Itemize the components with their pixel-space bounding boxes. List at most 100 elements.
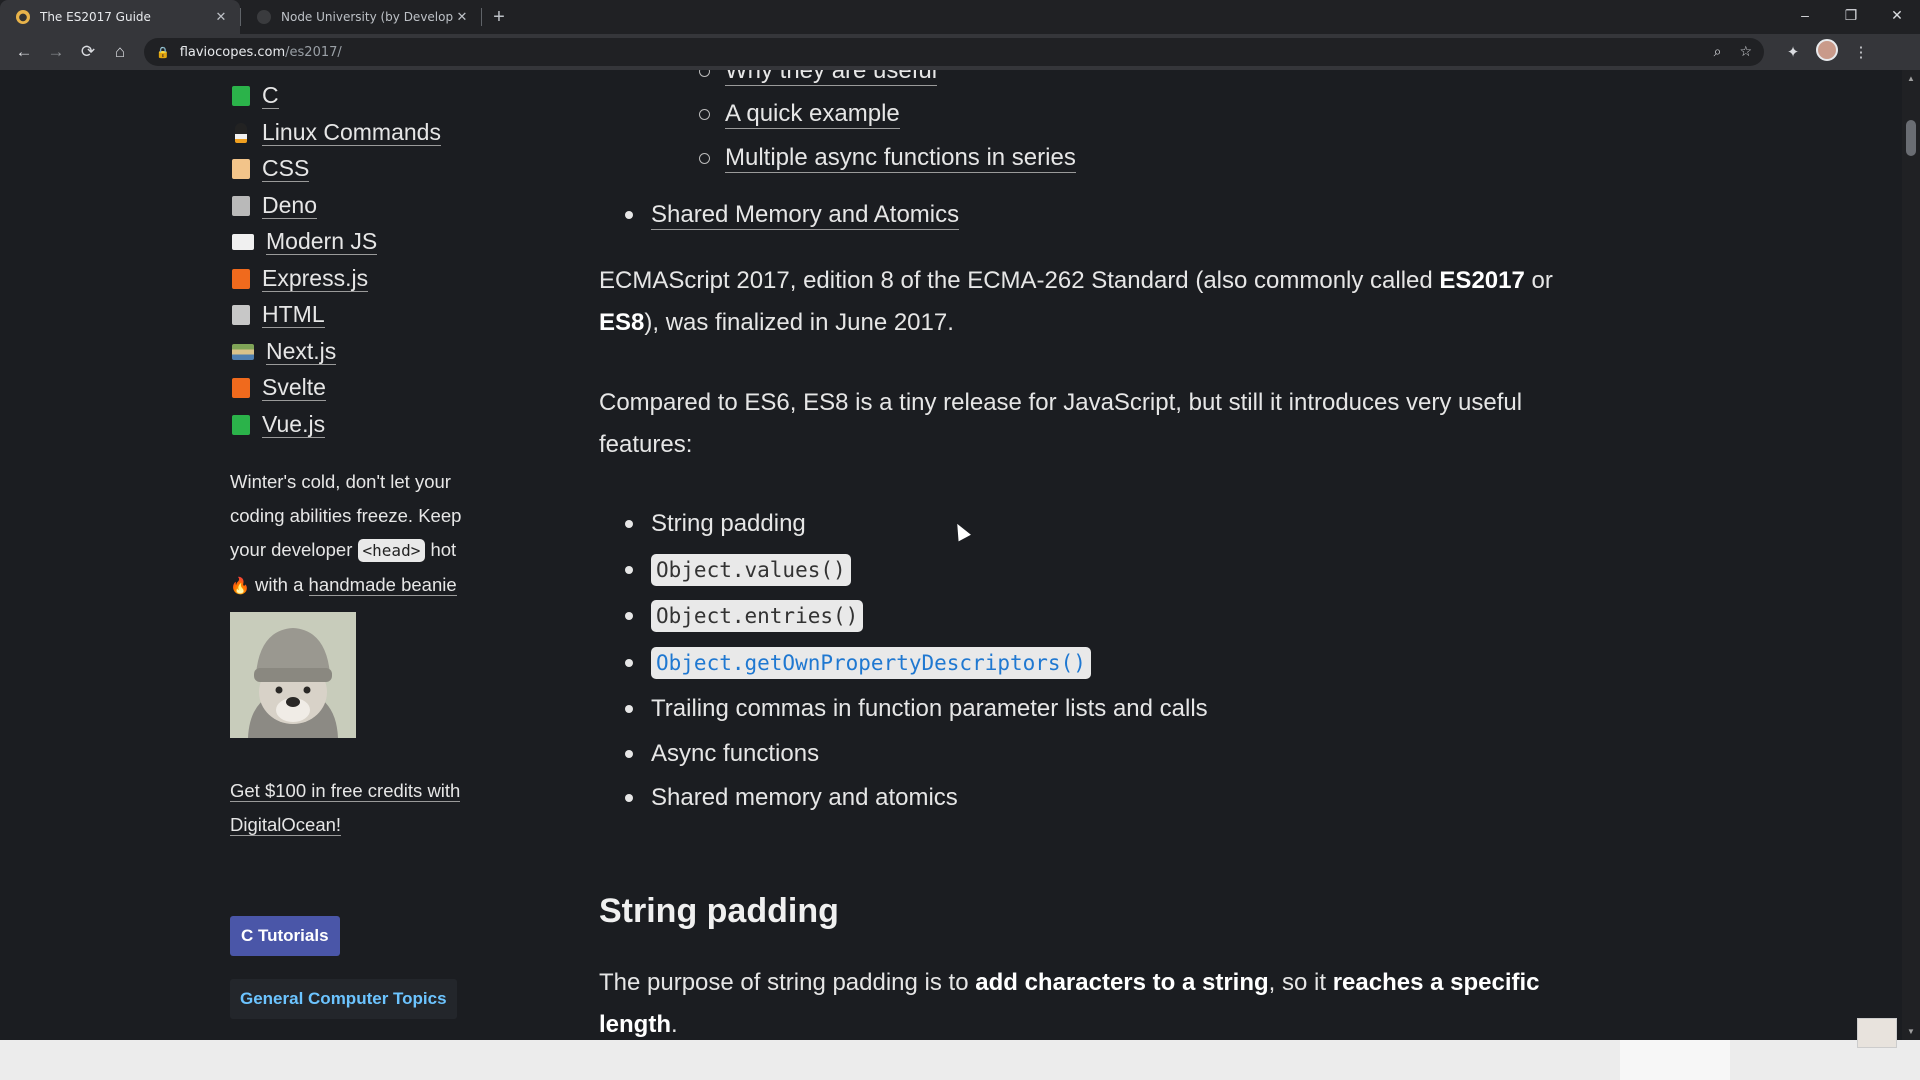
- feature-text: Async functions: [651, 740, 820, 767]
- text: .: [671, 1011, 678, 1038]
- green-book-icon: [232, 414, 250, 435]
- toc-sub-item[interactable]: Why they are useful: [699, 70, 938, 88]
- books-stack-icon: [232, 343, 254, 360]
- topic-item-vue[interactable]: Vue.js: [232, 407, 441, 444]
- topic-link[interactable]: Linux Commands: [262, 119, 441, 146]
- close-tab-icon[interactable]: ✕: [453, 10, 471, 25]
- back-icon[interactable]: ←: [8, 38, 40, 66]
- topic-item-css[interactable]: CSS: [232, 151, 441, 188]
- reload-icon[interactable]: ⟳: [72, 38, 104, 66]
- topic-item-svelte[interactable]: Svelte: [232, 370, 441, 407]
- toc-link[interactable]: Shared Memory and Atomics: [651, 201, 960, 230]
- bookmark-star-icon[interactable]: ☆: [1739, 44, 1752, 60]
- address-bar[interactable]: 🔒 flaviocopes.com/es2017/ ⌕ ☆: [144, 38, 1764, 66]
- menu-kebab-icon[interactable]: ⋮: [1844, 43, 1878, 61]
- close-window-button[interactable]: ✕: [1874, 0, 1920, 30]
- tab-title: The ES2017 Guide: [40, 10, 151, 24]
- topic-item-html[interactable]: HTML: [232, 297, 441, 334]
- topic-link[interactable]: CSS: [262, 155, 310, 183]
- tab-node-university[interactable]: Node University (by DevelopInte ✕: [241, 0, 481, 34]
- page-scrollbar[interactable]: ▲ ▼: [1902, 70, 1920, 1040]
- feature-code-link[interactable]: Object.getOwnPropertyDescriptors(): [651, 647, 1091, 679]
- handmade-beanie-link[interactable]: handmade beanie: [308, 574, 457, 596]
- text: ECMAScript 2017, edition 8 of the ECMA-2…: [599, 267, 1440, 294]
- penguin-icon: [235, 122, 247, 143]
- toc-link[interactable]: Multiple async functions in series: [725, 144, 1076, 173]
- bold-text: ES2017: [1439, 267, 1525, 294]
- topic-link[interactable]: Next.js: [266, 338, 337, 365]
- feature-text: Trailing commas in function parameter li…: [651, 695, 1208, 722]
- home-icon[interactable]: ⌂: [104, 38, 136, 66]
- notebook-icon: [232, 159, 250, 180]
- fire-icon: 🔥: [230, 578, 250, 595]
- topic-item-deno[interactable]: Deno: [232, 188, 441, 225]
- section-heading: String padding: [599, 892, 839, 930]
- topic-link[interactable]: Express.js: [262, 265, 369, 292]
- topic-link[interactable]: Svelte: [262, 374, 326, 402]
- orange-book-icon: [232, 268, 250, 289]
- topic-item-linux[interactable]: Linux Commands: [232, 115, 441, 152]
- compare-paragraph: Compared to ES6, ES8 is a tiny release f…: [599, 389, 1523, 458]
- list-item: String padding: [625, 505, 806, 543]
- bullet-icon: [625, 794, 633, 802]
- favicon-icon: ●: [16, 10, 30, 24]
- zoom-icon[interactable]: ⌕: [1714, 44, 1722, 60]
- toc-link[interactable]: Why they are useful: [725, 70, 938, 86]
- topic-link[interactable]: C: [262, 82, 279, 110]
- bullet-icon: [625, 520, 633, 528]
- toc-item[interactable]: Shared Memory and Atomics: [625, 198, 960, 232]
- promo-text: hot: [425, 539, 457, 560]
- topic-item-c[interactable]: C: [232, 78, 441, 115]
- extensions-puzzle-icon[interactable]: ✦: [1776, 43, 1810, 61]
- window-controls: – ❐ ✕: [1782, 0, 1920, 30]
- feature-text: String padding: [651, 510, 806, 537]
- list-item: Object.entries(): [625, 597, 864, 635]
- circle-bullet-icon: [699, 108, 710, 120]
- bullet-icon: [625, 705, 633, 713]
- dog-beanie-image[interactable]: [230, 612, 356, 738]
- promo-text: with a: [249, 574, 309, 595]
- topic-item-express[interactable]: Express.js: [232, 261, 441, 298]
- beanie-promo-text: Winter's cold, don't let your coding abi…: [230, 465, 490, 604]
- new-tab-button[interactable]: +: [482, 0, 516, 34]
- corner-widget-icon[interactable]: [1857, 1018, 1897, 1048]
- c-tutorials-button[interactable]: C Tutorials: [230, 916, 340, 956]
- tab-es2017-guide[interactable]: ● The ES2017 Guide ✕: [0, 0, 240, 34]
- bullet-icon: [625, 750, 633, 758]
- toc-sub-item[interactable]: Multiple async functions in series: [699, 141, 1076, 175]
- restore-button[interactable]: ❐: [1828, 0, 1874, 30]
- tab-bar: ● The ES2017 Guide ✕ Node University (by…: [0, 0, 1920, 34]
- feature-code: Object.entries(): [651, 600, 864, 632]
- topic-item-modern-js[interactable]: Modern JS: [232, 224, 441, 261]
- bullet-icon: [625, 566, 633, 574]
- favicon-icon: [257, 10, 271, 24]
- scroll-thumb[interactable]: [1906, 120, 1916, 156]
- topic-link[interactable]: Deno: [262, 192, 317, 219]
- minimize-button[interactable]: –: [1782, 0, 1828, 30]
- topic-link[interactable]: Modern JS: [266, 228, 378, 256]
- toc-link[interactable]: A quick example: [725, 100, 900, 129]
- topic-link[interactable]: HTML: [262, 301, 325, 329]
- digitalocean-link[interactable]: Get $100 in free credits with DigitalOce…: [230, 780, 461, 836]
- circle-bullet-icon: [699, 152, 710, 164]
- circle-bullet-icon: [699, 70, 710, 77]
- toolbar-right: ✦ ⋮: [1776, 39, 1878, 65]
- topic-item-nextjs[interactable]: Next.js: [232, 334, 441, 371]
- green-book-icon: [232, 86, 250, 107]
- scroll-up-icon[interactable]: ▲: [1907, 74, 1915, 83]
- scroll-down-icon[interactable]: ▼: [1907, 1027, 1915, 1036]
- page-viewport: C Linux Commands CSS Deno Modern JS Expr…: [0, 70, 1902, 1040]
- list-item: Trailing commas in function parameter li…: [625, 690, 1208, 728]
- bottom-strip-highlight: [1620, 1040, 1730, 1080]
- close-tab-icon[interactable]: ✕: [212, 10, 230, 25]
- topic-link[interactable]: Vue.js: [262, 411, 326, 438]
- text: , so it: [1268, 969, 1333, 996]
- text: ), was finalized in June 2017.: [644, 309, 954, 336]
- general-computer-topics-button[interactable]: General Computer Topics: [230, 979, 457, 1019]
- profile-avatar[interactable]: [1810, 39, 1844, 65]
- mouse-cursor-icon: [951, 520, 971, 542]
- notebook-icon: [232, 195, 250, 216]
- bullet-icon: [625, 612, 633, 620]
- toc-sub-item[interactable]: A quick example: [699, 97, 900, 131]
- forward-icon[interactable]: →: [40, 38, 72, 66]
